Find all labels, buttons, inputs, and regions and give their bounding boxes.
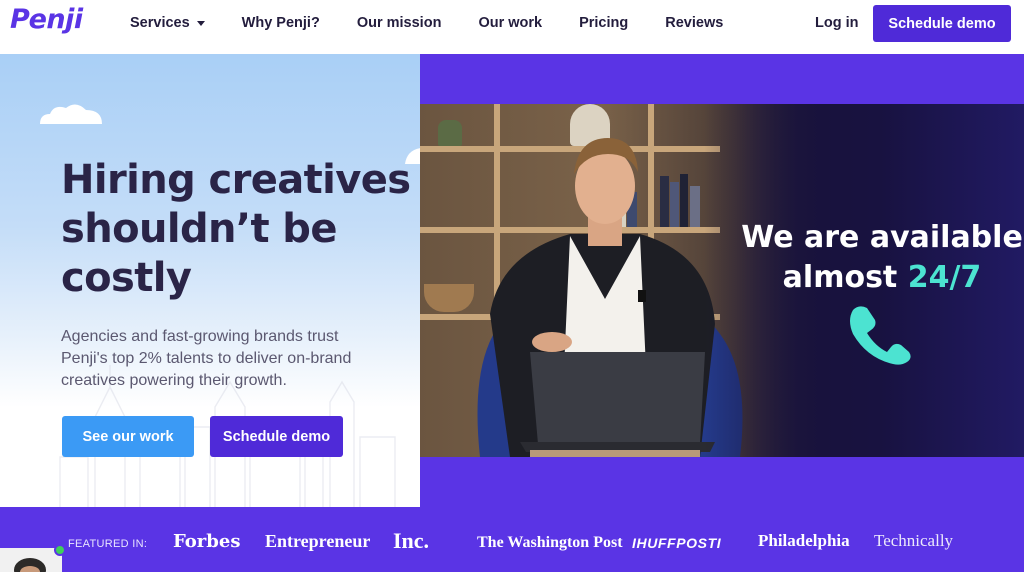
phone-icon xyxy=(850,306,911,365)
forbes-logo: Forbes xyxy=(173,531,241,552)
schedule-demo-button[interactable]: Schedule demo xyxy=(210,416,343,457)
availability-line-1: We are available xyxy=(741,220,1023,255)
featured-in-label: FEATURED IN: xyxy=(68,538,148,550)
inc-logo: Inc. xyxy=(393,528,430,553)
cloud-icon xyxy=(40,104,102,124)
hero-video[interactable]: We are available almost 24/7 xyxy=(420,104,1024,457)
nav-item-reviews[interactable]: Reviews xyxy=(665,15,723,31)
plant xyxy=(438,120,462,146)
hero-left-panel: Hiring creatives shouldn’t be costly Age… xyxy=(0,54,420,507)
headline-line: Hiring creatives xyxy=(61,157,411,203)
nav-item-why-penji[interactable]: Why Penji? xyxy=(242,15,320,31)
hero-subtext: Agencies and fast-growing brands trust P… xyxy=(61,328,352,389)
headline-line: costly xyxy=(61,255,192,301)
nav-item-label: Services xyxy=(130,15,190,31)
entrepreneur-logo: Entrepreneur xyxy=(265,531,371,551)
nav-item-pricing[interactable]: Pricing xyxy=(579,15,628,31)
headline-line: shouldn’t be xyxy=(61,206,337,252)
availability-line-2: almost 24/7 xyxy=(732,258,1024,298)
chat-avatar[interactable] xyxy=(0,548,62,572)
hero-headline: Hiring creatives shouldn’t be costly xyxy=(61,156,411,303)
availability-prefix: almost xyxy=(782,260,908,295)
nav-item-services[interactable]: Services xyxy=(130,15,205,31)
penji-logo[interactable]: Penji xyxy=(10,4,83,35)
availability-highlight: 24/7 xyxy=(907,260,982,295)
see-our-work-button[interactable]: See our work xyxy=(62,416,194,457)
technically-logo: Technically xyxy=(874,531,954,550)
washington-post-logo: The Washington Post xyxy=(477,534,623,551)
schedule-demo-nav-button[interactable]: Schedule demo xyxy=(873,5,1011,42)
huffpost-logo: IHUFFPOSTI xyxy=(632,535,722,551)
nav-item-our-mission[interactable]: Our mission xyxy=(357,15,442,31)
philadelphia-logo: Philadelphia xyxy=(758,531,850,550)
nav-item-our-work[interactable]: Our work xyxy=(478,15,542,31)
chevron-down-icon xyxy=(196,20,205,26)
avatar xyxy=(14,558,46,572)
nav-links: Services Why Penji? Our mission Our work… xyxy=(130,0,760,46)
login-link[interactable]: Log in xyxy=(815,15,859,31)
availability-message: We are available almost 24/7 xyxy=(732,218,1024,298)
online-status-indicator xyxy=(54,544,66,556)
top-navigation: Penji Services Why Penji? Our mission Ou… xyxy=(0,0,1024,54)
